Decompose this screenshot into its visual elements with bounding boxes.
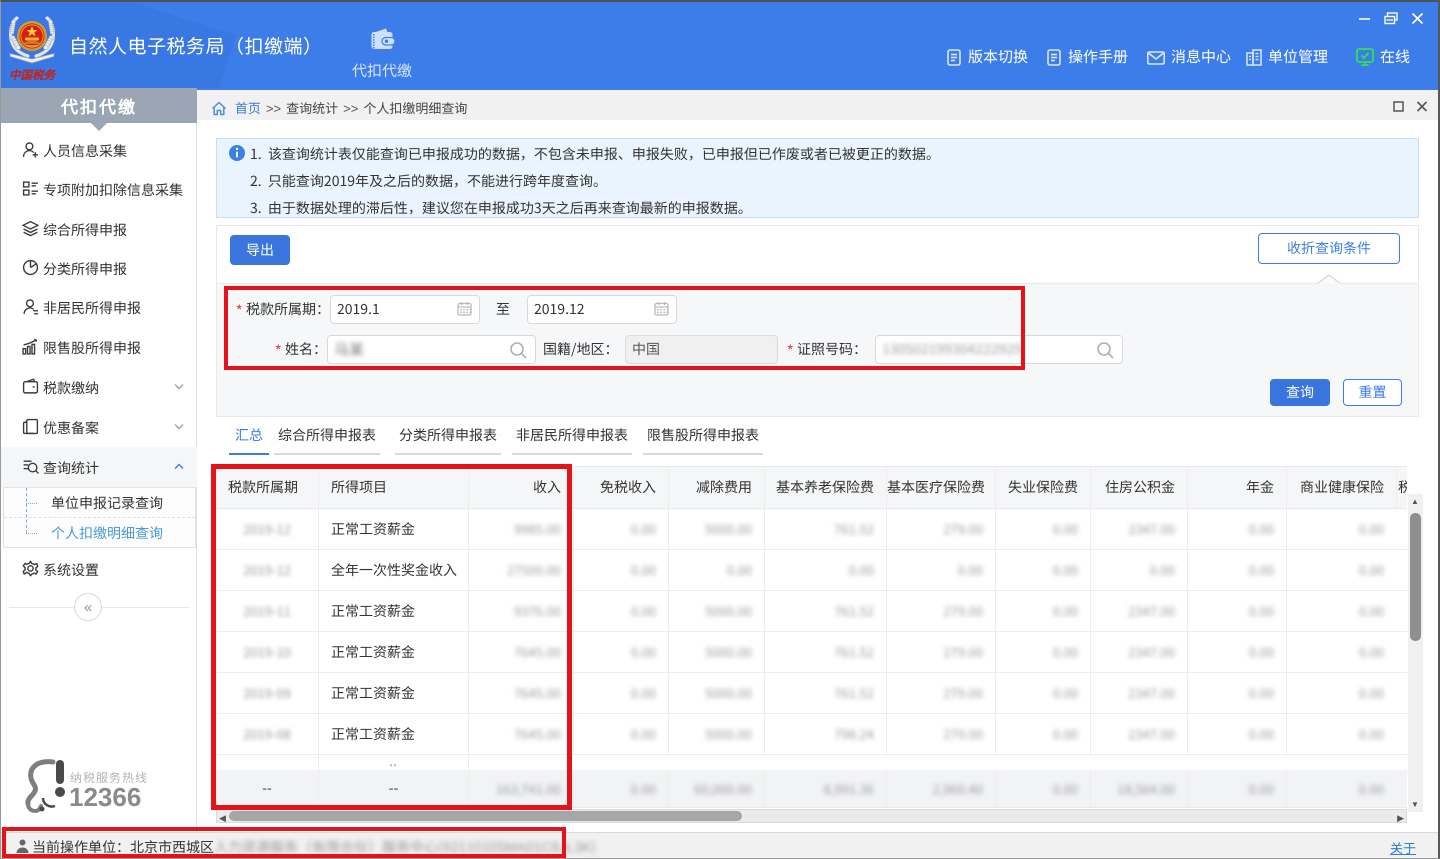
svg-text:中国税务: 中国税务 xyxy=(9,67,56,82)
